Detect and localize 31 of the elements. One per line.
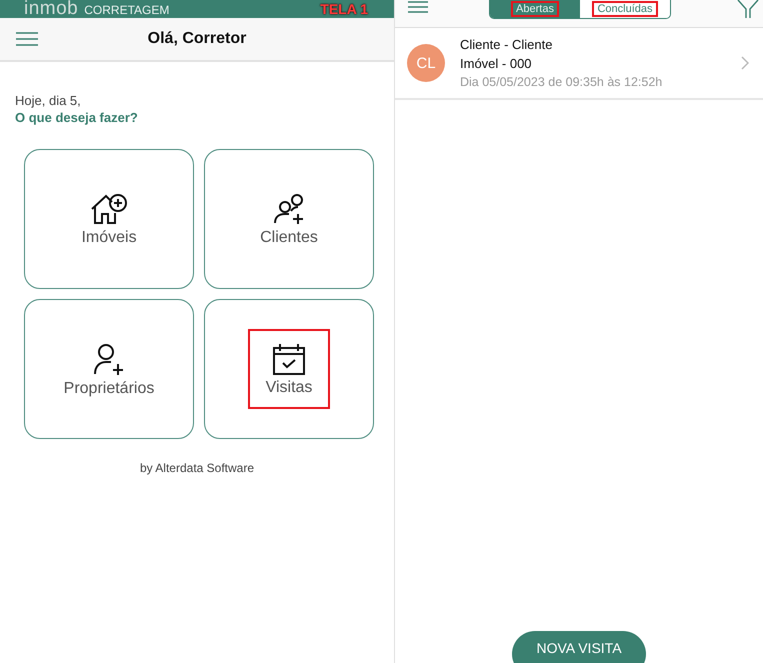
tile-label: Clientes [260, 229, 318, 247]
property-name: Imóvel - 000 [460, 54, 533, 72]
house-plus-icon [90, 193, 128, 225]
menu-tile[interactable]: Imóveis [24, 149, 194, 289]
product-name: CORRETAGEM [84, 3, 170, 17]
menu-tile[interactable]: Proprietários [24, 299, 194, 439]
menu-icon[interactable] [16, 32, 38, 46]
filter-tab[interactable]: Abertas [490, 0, 580, 18]
menu-tile[interactable]: Visitas [204, 299, 374, 439]
person-plus-icon [92, 342, 126, 376]
filter-tab[interactable]: Concluídas [580, 0, 670, 18]
people-plus-icon [272, 193, 306, 225]
calendar-check-icon [272, 343, 306, 375]
tile-label: Imóveis [81, 229, 137, 247]
client-name: Cliente - Cliente [460, 36, 554, 54]
menu-icon[interactable] [408, 1, 428, 13]
visit-schedule: Dia 05/05/2023 de 09:35h às 12:52h [460, 74, 664, 90]
menu-tile[interactable]: Clientes [204, 149, 374, 289]
chevron-icon [741, 56, 749, 70]
screen-label: TELA 1 [320, 1, 368, 17]
footer-text: by Alterdata Software [140, 461, 254, 475]
initials-avatar: CL [407, 44, 445, 82]
new-visit-button[interactable]: NOVA VISITA [512, 631, 646, 663]
screen-title: Olá, Corretor [148, 30, 246, 48]
tile-label: Visitas [266, 379, 312, 397]
tile-label: Proprietários [64, 380, 154, 398]
logo-text: inmob [24, 0, 78, 17]
filter-icon[interactable] [737, 0, 759, 18]
prompt-text: O que deseja fazer? [15, 109, 139, 126]
visit-list-item[interactable]: CL Cliente - Cliente Imóvel - 000 Dia 05/05/2023 de 09:35h às 12:52h [395, 28, 763, 100]
greeting-text: Hoje, dia 5, [15, 92, 82, 109]
